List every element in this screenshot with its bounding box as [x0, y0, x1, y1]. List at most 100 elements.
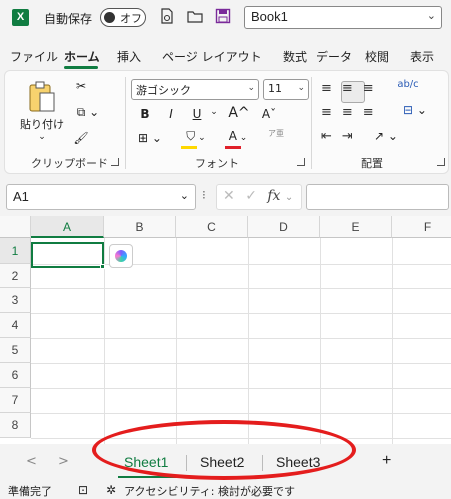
- fill-bucket-icon: ⛉: [186, 129, 196, 143]
- column-header-d[interactable]: D: [248, 216, 320, 238]
- autosave-label: 自動保存: [44, 12, 93, 26]
- clipboard-launcher-icon[interactable]: [111, 158, 119, 166]
- format-painter-button[interactable]: 🖌: [71, 131, 91, 145]
- copy-icon: ⧉ ⌄: [76, 105, 100, 119]
- tab-home[interactable]: ホーム: [64, 48, 100, 65]
- book-name: Book1: [251, 9, 288, 24]
- column-header-e[interactable]: E: [320, 216, 392, 238]
- merge-center-button[interactable]: ⊟ ⌄: [395, 103, 435, 117]
- chevron-down-icon: ⌄: [179, 190, 189, 202]
- grid-line: [31, 288, 451, 289]
- alignment-launcher-icon[interactable]: [437, 158, 445, 166]
- paste-label: 貼り付け: [20, 118, 64, 131]
- grid-line: [31, 388, 451, 389]
- cut-button[interactable]: ✂: [71, 79, 91, 93]
- next-sheet-button[interactable]: >: [58, 454, 69, 469]
- row-header-7[interactable]: 7: [0, 388, 31, 413]
- borders-button[interactable]: ⊞ ⌄: [135, 131, 165, 145]
- add-sheet-button[interactable]: +: [382, 452, 391, 470]
- clipboard-group-label: クリップボード: [31, 157, 108, 170]
- row-header-1[interactable]: 1: [0, 238, 31, 264]
- wrap-text-button[interactable]: ab/c: [397, 79, 419, 90]
- copilot-icon: [115, 250, 127, 262]
- brush-icon: 🖌: [73, 131, 89, 145]
- italic-button[interactable]: I: [163, 107, 179, 121]
- status-bar: 準備完了 ⊡ ✲ アクセシビリティ: 検討が必要です: [0, 480, 451, 499]
- column-header-f[interactable]: F: [392, 216, 451, 238]
- accessibility-status[interactable]: アクセシビリティ: 検討が必要です: [124, 483, 295, 499]
- fill-color-swatch: [181, 146, 197, 149]
- shrink-font-button[interactable]: Aˇ: [257, 107, 281, 121]
- row-header-5[interactable]: 5: [0, 338, 31, 363]
- font-color-swatch: [225, 146, 241, 149]
- vertical-align-icons[interactable]: ≡≡≡: [321, 81, 384, 96]
- tab-page-layout[interactable]: ページ レイアウト: [162, 48, 262, 65]
- tab-insert[interactable]: 挿入: [117, 48, 141, 65]
- tab-file[interactable]: ファイル: [10, 48, 58, 65]
- excel-icon: X: [12, 9, 29, 26]
- font-group-label: フォント: [195, 157, 239, 170]
- insert-function-button[interactable]: fx: [267, 188, 280, 204]
- enter-icon[interactable]: ✓: [245, 188, 257, 204]
- highlight-ellipse: [92, 420, 356, 480]
- chevron-down-icon[interactable]: ⌄: [209, 107, 219, 117]
- font-color-button[interactable]: A ⌄: [221, 129, 255, 149]
- copy-button[interactable]: ⧉ ⌄: [71, 105, 105, 120]
- phonetic-button[interactable]: ア亜: [263, 129, 289, 138]
- name-box-value: A1: [13, 189, 29, 204]
- indent-icons[interactable]: ⇤⇥: [321, 129, 363, 144]
- accessibility-icon[interactable]: ✲: [106, 483, 116, 497]
- formula-input[interactable]: [306, 184, 449, 210]
- font-name-select[interactable]: 游ゴシック ⌄: [131, 79, 259, 100]
- prev-sheet-button[interactable]: <: [26, 454, 37, 469]
- font-name-value: 游ゴシック: [136, 84, 191, 97]
- orientation-icon: ↗: [374, 129, 385, 143]
- bold-button[interactable]: B: [137, 107, 153, 121]
- selected-cell-a1[interactable]: [31, 242, 104, 268]
- name-box[interactable]: A1 ⌄: [6, 184, 196, 210]
- row-header-4[interactable]: 4: [0, 313, 31, 338]
- save-icon[interactable]: [214, 8, 232, 26]
- tab-data[interactable]: データ: [316, 48, 352, 65]
- fill-handle[interactable]: [100, 264, 105, 269]
- horizontal-align-icons[interactable]: ≡≡≡: [321, 105, 384, 120]
- font-color-icon: A: [228, 129, 237, 143]
- title-bar: X 自動保存 オフ Book1 ⌄: [0, 0, 451, 36]
- row-header-6[interactable]: 6: [0, 363, 31, 388]
- tab-review[interactable]: 校閲: [365, 48, 389, 65]
- column-header-a[interactable]: A: [31, 216, 104, 238]
- macro-record-icon[interactable]: ⊡: [78, 483, 88, 497]
- font-size-select[interactable]: 11 ⌄: [263, 79, 309, 100]
- cancel-icon[interactable]: ✕: [223, 188, 235, 204]
- chevron-down-icon: ⌄: [297, 83, 305, 93]
- column-header-b[interactable]: B: [104, 216, 176, 238]
- ribbon: 貼り付け ⌄ ✂ ⧉ ⌄ 🖌 クリップボード 游ゴシック ⌄ 11 ⌄ B I …: [4, 70, 449, 174]
- autosave-toggle[interactable]: オフ: [100, 8, 146, 27]
- tab-formulas[interactable]: 数式: [283, 48, 307, 65]
- book-name-box[interactable]: Book1 ⌄: [244, 6, 442, 29]
- underline-button[interactable]: U: [189, 107, 205, 121]
- row-header-8[interactable]: 8: [0, 413, 31, 438]
- font-launcher-icon[interactable]: [297, 158, 305, 166]
- menu-bar: ファイル ホーム 挿入 ページ レイアウト 数式 データ 校閲 表示: [0, 44, 451, 68]
- active-tab-indicator: [64, 66, 98, 69]
- select-all-corner[interactable]: [0, 216, 31, 238]
- tab-view[interactable]: 表示: [410, 48, 434, 65]
- grow-font-button[interactable]: A^: [227, 105, 251, 121]
- more-icon[interactable]: ⁝: [202, 188, 206, 202]
- copilot-button[interactable]: [109, 244, 133, 268]
- spreadsheet-grid[interactable]: A B C D E F 1 2 3 4 5 6 7 8: [0, 216, 451, 444]
- orientation-button[interactable]: ↗ ⌄: [371, 129, 401, 143]
- folder-icon[interactable]: [186, 8, 204, 26]
- borders-icon: ⊞ ⌄: [138, 131, 162, 145]
- paste-icon: [29, 81, 55, 112]
- row-header-2[interactable]: 2: [0, 264, 31, 288]
- column-header-c[interactable]: C: [176, 216, 248, 238]
- document-icon[interactable]: [158, 8, 176, 26]
- font-size-value: 11: [268, 82, 282, 95]
- alignment-group-label: 配置: [361, 157, 383, 170]
- chevron-down-icon: ⌄: [426, 10, 436, 22]
- fill-color-button[interactable]: ⛉ ⌄: [179, 129, 213, 149]
- paste-button[interactable]: 貼り付け ⌄: [19, 79, 65, 142]
- row-header-3[interactable]: 3: [0, 288, 31, 313]
